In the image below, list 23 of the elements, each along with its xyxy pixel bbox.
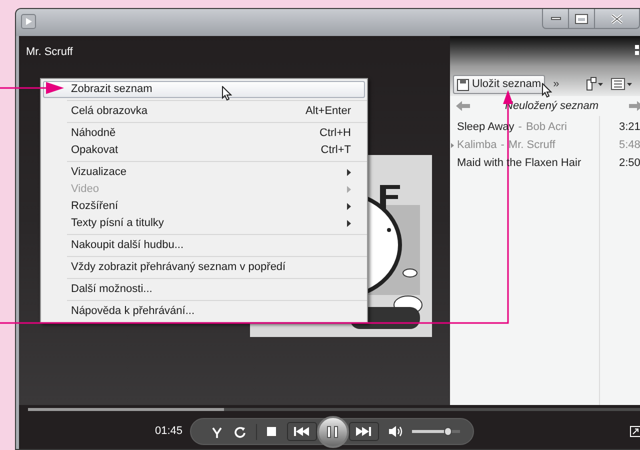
- menu-item[interactable]: Vizualizace: [43, 164, 365, 181]
- menu-item[interactable]: Rozšíření: [43, 198, 365, 215]
- more-button[interactable]: »: [553, 76, 560, 93]
- track-duration: 3:21: [619, 120, 640, 135]
- track-title: Kalimba: [457, 138, 497, 153]
- menu-item[interactable]: Nakoupit další hudbu...: [43, 237, 365, 254]
- track-duration: 5:48: [619, 138, 640, 153]
- now-playing-title: Mr. Scruff: [26, 45, 73, 60]
- track-artist: Bob Acri: [526, 120, 567, 135]
- menu-item[interactable]: Vždy zobrazit přehrávaný seznam v popředí: [43, 259, 365, 276]
- track-duration: 2:50: [619, 156, 640, 171]
- menu-item[interactable]: Náhodně Ctrl+H: [43, 125, 365, 142]
- elapsed-time: 01:45: [155, 424, 183, 440]
- menu-item[interactable]: Nápověda k přehrávání...: [43, 303, 365, 320]
- menu-item[interactable]: Celá obrazovka Alt+Enter: [43, 103, 365, 120]
- artist-separator: -: [500, 138, 504, 153]
- menu-item[interactable]: Zobrazit seznam: [43, 81, 365, 98]
- menu-item[interactable]: Další možnosti...: [43, 281, 365, 298]
- track-artist: Mr. Scruff: [508, 138, 556, 153]
- menu-item[interactable]: Texty písní a titulky: [43, 215, 365, 232]
- menu-item[interactable]: Opakovat Ctrl+T: [43, 142, 365, 159]
- artist-separator: -: [518, 120, 522, 135]
- save-playlist-button[interactable]: Uložit seznam: [453, 75, 546, 94]
